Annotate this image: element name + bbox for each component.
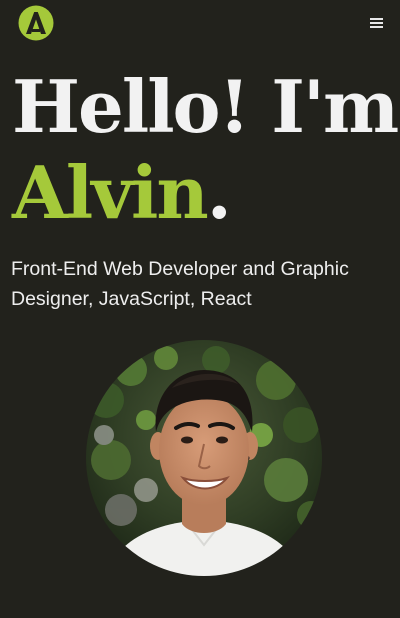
hero-greeting: Hello! I'm xyxy=(12,64,399,149)
profile-photo-avatar xyxy=(86,340,322,576)
logo-icon[interactable] xyxy=(18,5,54,41)
hero-heading: Hello! I'm Alvin. xyxy=(12,64,399,236)
hero-subtitle: Front-End Web Developer and Graphic Desi… xyxy=(11,258,349,310)
hamburger-menu-icon xyxy=(370,18,383,20)
hero-name: Alvin xyxy=(12,150,209,235)
hero-name-punctuation: . xyxy=(206,150,232,235)
page: Hello! I'm Alvin. Front-End Web Develope… xyxy=(0,0,400,618)
menu-button[interactable] xyxy=(368,14,386,32)
